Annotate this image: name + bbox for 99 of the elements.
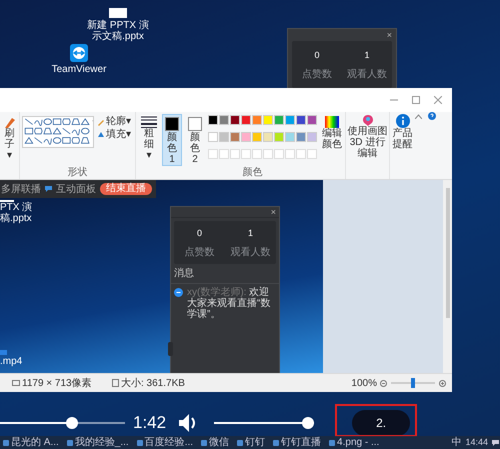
collapse-ribbon-icon — [415, 114, 422, 118]
palette-swatch[interactable] — [263, 115, 273, 125]
paint-3d-button[interactable]: 使用画图 3D 进行编辑 — [346, 126, 389, 159]
zoom-level: 100% — [351, 376, 377, 390]
taskbar-item[interactable]: 钉钉直播 — [271, 438, 324, 448]
zoom-in-icon — [439, 380, 446, 386]
desktop-icon-label: PTX 演 — [0, 202, 32, 213]
messages-heading: 消息 — [171, 264, 279, 284]
palette-swatch[interactable] — [263, 132, 273, 142]
close-icon — [434, 96, 442, 104]
outline-icon — [97, 118, 105, 126]
app-icon — [273, 440, 280, 446]
palette-swatch[interactable] — [241, 132, 251, 142]
color-slot-button[interactable]: 颜色 2 — [185, 114, 205, 166]
outline-button[interactable]: 轮廓▾ — [106, 116, 131, 127]
slider-thumb[interactable] — [302, 417, 314, 429]
color-swatch — [165, 117, 179, 131]
product-alert-button[interactable]: 产品提醒 — [392, 128, 412, 150]
maximize-icon — [412, 96, 420, 104]
input-method-indicator[interactable]: 中 — [451, 438, 462, 448]
palette-swatch[interactable] — [252, 115, 262, 125]
palette-swatch[interactable] — [274, 115, 284, 125]
color-swatch — [188, 117, 202, 131]
screen-icon — [12, 380, 20, 386]
palette-swatch[interactable] — [285, 115, 295, 125]
brushes-button[interactable]: 刷子▾ — [4, 128, 14, 161]
app-icon — [66, 440, 73, 446]
desktop-icon-label: 稿.pptx — [0, 213, 32, 224]
status-text: 1179 × 713像素 — [22, 376, 93, 390]
size-button[interactable]: 粗细▾ — [144, 128, 154, 161]
taskbar-item[interactable]: 4.png - ... — [327, 438, 382, 448]
palette-swatch[interactable] — [274, 132, 284, 142]
desktop-icon-label: .mp4 — [0, 356, 22, 367]
status-text: 大小: 361.7KB — [121, 376, 185, 390]
chat-message: xy(数学老师): 欢迎大家来观看直播“数学课”。 — [187, 286, 272, 320]
app-icon — [329, 440, 336, 446]
taskbar-item[interactable]: 百度经验... — [134, 438, 196, 448]
panel-handle[interactable] — [168, 342, 173, 356]
stat-value: 0 — [196, 227, 202, 240]
avatar-icon — [174, 288, 183, 296]
video-file-icon — [0, 350, 7, 355]
rainbow-icon — [325, 116, 339, 128]
close-button[interactable]: × — [270, 208, 276, 216]
stat-label: 点赞数 — [184, 246, 214, 260]
taskbar-item[interactable]: 微信 — [199, 438, 232, 448]
zoom-out-icon — [380, 380, 387, 386]
palette-swatch[interactable] — [285, 132, 295, 142]
shapes-gallery — [22, 116, 94, 148]
palette-swatch[interactable] — [307, 132, 317, 142]
desktop-icon-label[interactable]: 新建 PPTX 演示文稿.pptx — [83, 20, 153, 42]
toolbar-button[interactable]: 多屏联播 — [1, 182, 41, 196]
taskbar-item[interactable]: 钉钉 — [235, 438, 268, 448]
stat-label: 观看人数 — [347, 68, 387, 82]
stat-label: 点赞数 — [302, 68, 332, 82]
slider-track[interactable] — [214, 417, 314, 429]
clock: 14:44 — [465, 438, 488, 447]
palette-swatch[interactable] — [296, 115, 306, 125]
brush-icon — [4, 116, 14, 128]
toolbar-button[interactable]: 互动面板 — [56, 182, 96, 196]
close-button[interactable]: × — [386, 30, 392, 40]
palette-swatch[interactable] — [252, 132, 262, 142]
app-icon — [3, 440, 9, 446]
palette-swatch[interactable] — [230, 132, 240, 142]
scrollbar[interactable] — [443, 180, 452, 373]
app-icon — [136, 440, 143, 446]
slider-thumb[interactable] — [66, 417, 78, 429]
speed-button[interactable]: 2. — [352, 410, 410, 436]
stat-label: 观看人数 — [230, 246, 270, 260]
palette-swatch[interactable] — [208, 115, 218, 125]
chat-icon — [45, 186, 52, 192]
app-icon — [201, 440, 208, 446]
stat-value: 1 — [248, 227, 253, 240]
edit-colors-button[interactable]: 编辑颜色 — [322, 128, 342, 150]
desktop-icon-label[interactable]: TeamViewer — [52, 64, 106, 75]
paint-3d-icon — [362, 114, 374, 126]
palette-swatch[interactable] — [241, 115, 251, 125]
taskbar-item[interactable]: 昆光的 A... — [1, 438, 61, 448]
zoom-slider-thumb[interactable] — [411, 378, 415, 388]
stat-value: 0 — [314, 49, 320, 62]
fill-icon — [97, 130, 105, 138]
stat-value: 1 — [364, 49, 370, 62]
color-slot-button[interactable]: 颜色 1 — [162, 114, 182, 166]
group-label: 形状 — [66, 167, 88, 179]
slider-track[interactable] — [0, 417, 125, 429]
playback-time: 1:42 — [133, 412, 166, 434]
taskbar-item[interactable]: 我的经验_... — [64, 438, 131, 448]
fill-button[interactable]: 填充▾ — [106, 129, 131, 140]
group-label: 颜色 — [242, 167, 264, 179]
file-icon[interactable] — [109, 8, 127, 18]
palette-swatch[interactable] — [296, 132, 306, 142]
palette-swatch[interactable] — [208, 132, 218, 142]
palette-swatch[interactable] — [230, 115, 240, 125]
palette-swatch[interactable] — [219, 132, 229, 142]
app-icon — [70, 44, 88, 62]
palette-swatch[interactable] — [307, 115, 317, 125]
notification-icon — [492, 440, 499, 446]
palette-swatch[interactable] — [219, 115, 229, 125]
line-size-icon — [141, 116, 157, 128]
app-icon — [237, 440, 244, 446]
